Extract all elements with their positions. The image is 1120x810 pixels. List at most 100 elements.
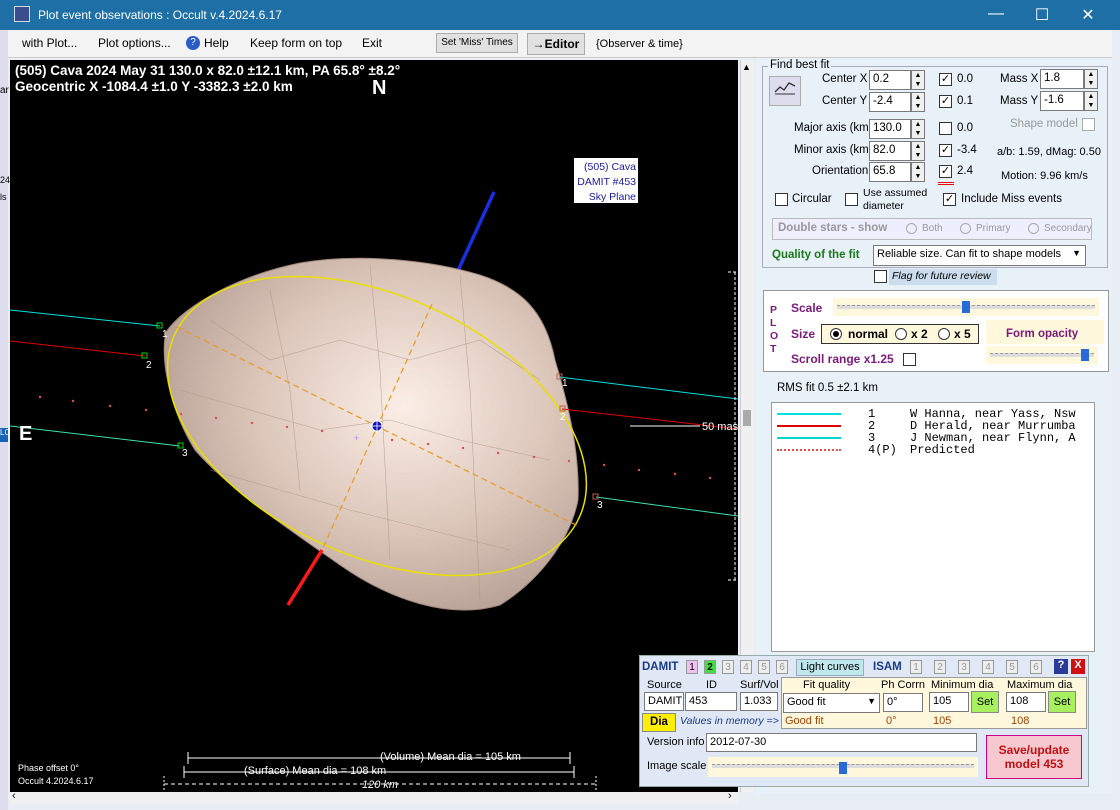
fit-quality-select[interactable]: Good fit ▼ xyxy=(783,693,880,713)
major-axis-input[interactable]: 130.0 xyxy=(869,119,911,139)
plot-horizontal-scrollbar[interactable]: ‹ › xyxy=(10,790,738,804)
close-icon[interactable]: X xyxy=(1071,659,1085,674)
set-min-dia-button[interactable]: Set xyxy=(971,691,999,713)
damit-tab-4[interactable]: 4 xyxy=(740,660,752,674)
menu-keep-on-top[interactable]: Keep form on top xyxy=(250,36,342,50)
scale-slider[interactable] xyxy=(833,298,1099,316)
surf-vol-field[interactable]: 1.033 xyxy=(740,692,778,711)
ph-corrn-field[interactable]: 0° xyxy=(883,693,923,712)
chord-1-east xyxy=(558,376,738,400)
center-x-spinner[interactable]: ▲ ▼ xyxy=(911,70,925,90)
light-curves-button[interactable]: Light curves xyxy=(796,659,864,676)
scale-label: Scale xyxy=(791,301,823,315)
close-button[interactable]: ✕ xyxy=(1068,5,1108,25)
shape-model-checkbox[interactable] xyxy=(1082,118,1095,131)
chord-label-1-west: 1 xyxy=(162,329,168,340)
orientation-checkbox[interactable]: ✓ xyxy=(939,165,952,178)
use-assumed-checkbox[interactable] xyxy=(845,193,858,206)
editor-button[interactable]: →Editor xyxy=(527,33,585,55)
center-y-spinner[interactable]: ▲ ▼ xyxy=(911,92,925,112)
mass-x-spinner[interactable]: ▲ ▼ xyxy=(1084,69,1098,89)
center-x-checkbox[interactable]: ✓ xyxy=(939,73,952,86)
image-scale-label: Image scale xyxy=(647,760,707,772)
major-axis-spinner[interactable]: ▲ ▼ xyxy=(911,119,925,139)
minor-axis-spinner[interactable]: ▲ ▼ xyxy=(911,141,925,161)
isam-tab-6[interactable]: 6 xyxy=(1030,660,1042,674)
menu-exit[interactable]: Exit xyxy=(362,36,382,50)
minor-axis-input[interactable]: 82.0 xyxy=(869,141,911,161)
scroll-range-checkbox[interactable] xyxy=(903,353,916,366)
minimize-button[interactable]: — xyxy=(976,5,1016,23)
damit-tab-2[interactable]: 2 xyxy=(704,660,716,674)
image-scale-slider[interactable] xyxy=(708,757,978,777)
max-dia-field[interactable]: 108 xyxy=(1006,692,1046,712)
damit-tab-1[interactable]: 1 xyxy=(686,660,698,674)
opacity-thumb[interactable] xyxy=(1081,349,1090,361)
plot-header-line2: Geocentric X -1084.4 ±1.0 Y -3382.3 ±2.0… xyxy=(15,79,293,94)
size-normal-radio[interactable] xyxy=(830,328,842,340)
menu-with-plot[interactable]: with Plot... xyxy=(22,36,77,50)
isam-tab-4[interactable]: 4 xyxy=(982,660,994,674)
find-best-fit-button[interactable] xyxy=(769,76,801,106)
primary-radio[interactable] xyxy=(960,223,971,234)
set-max-dia-button[interactable]: Set xyxy=(1048,691,1076,713)
dia-button[interactable]: Dia xyxy=(642,713,676,732)
menu-plot-options[interactable]: Plot options... xyxy=(98,36,171,50)
ph-corrn-header: Ph Corrn xyxy=(881,679,926,691)
min-dia-field[interactable]: 105 xyxy=(929,692,969,712)
orientation-spinner[interactable]: ▲ ▼ xyxy=(911,162,925,182)
damit-tab-6[interactable]: 6 xyxy=(776,660,788,674)
mass-x-input[interactable]: 1.8 xyxy=(1040,69,1084,89)
help-icon: ? xyxy=(186,36,200,50)
size-x2-label: x 2 xyxy=(911,327,928,341)
scroll-thumb[interactable] xyxy=(743,410,751,426)
orientation-input[interactable]: 65.8 xyxy=(869,162,911,182)
size-x5-radio[interactable] xyxy=(938,328,950,340)
major-axis-checkbox[interactable] xyxy=(939,122,952,135)
set-miss-times-button[interactable]: Set 'Miss' Times xyxy=(436,33,518,53)
menu-bar: with Plot... Plot options... ? Help Keep… xyxy=(8,30,1112,58)
scroll-left-icon[interactable]: ‹ xyxy=(12,790,16,802)
include-miss-checkbox[interactable]: ✓ xyxy=(943,193,956,206)
damit-tab-3[interactable]: 3 xyxy=(722,660,734,674)
chord-label-1-east: 1 xyxy=(562,378,568,389)
mass-y-spinner[interactable]: ▲ ▼ xyxy=(1084,91,1098,111)
isam-tab-1[interactable]: 1 xyxy=(910,660,922,674)
minor-axis-checkbox[interactable]: ✓ xyxy=(939,144,952,157)
image-scale-thumb[interactable] xyxy=(839,762,847,774)
isam-tab-2[interactable]: 2 xyxy=(934,660,946,674)
plot-canvas[interactable]: 1 2 3 1 2 3 + (505) Cava 2024 May 31 130… xyxy=(10,60,738,792)
center-y-input[interactable]: -2.4 xyxy=(869,92,911,112)
fit-graph-icon xyxy=(774,82,796,95)
observer-time-menu[interactable]: {Observer & time} xyxy=(596,38,683,50)
memory-fit-quality: Good fit xyxy=(785,715,824,727)
quality-select[interactable]: Reliable size. Can fit to shape models ▼ xyxy=(873,245,1086,266)
isam-tab-3[interactable]: 3 xyxy=(958,660,970,674)
flag-review-checkbox[interactable] xyxy=(874,270,887,283)
scroll-up-icon[interactable]: ▲ xyxy=(742,62,751,72)
center-y-checkbox[interactable]: ✓ xyxy=(939,95,952,108)
menu-help[interactable]: Help xyxy=(204,36,229,50)
south-axis-line xyxy=(286,549,324,606)
both-radio[interactable] xyxy=(906,223,917,234)
size-x2-radio[interactable] xyxy=(895,328,907,340)
help-icon[interactable]: ? xyxy=(1054,659,1068,674)
maximize-button[interactable]: ☐ xyxy=(1022,5,1062,25)
source-field[interactable]: DAMIT xyxy=(644,692,684,711)
center-x-input[interactable]: 0.2 xyxy=(869,70,911,90)
north-label: N xyxy=(372,77,386,99)
east-label: E xyxy=(19,423,32,445)
version-info-field[interactable]: 2012-07-30 xyxy=(706,733,977,752)
center-y-check-value: 0.1 xyxy=(957,95,973,107)
mass-y-input[interactable]: -1.6 xyxy=(1040,91,1084,111)
save-update-model-button[interactable]: Save/update model 453 xyxy=(986,735,1082,779)
opacity-slider[interactable] xyxy=(986,346,1098,364)
isam-tab-5[interactable]: 5 xyxy=(1006,660,1018,674)
plot-header-line1: (505) Cava 2024 May 31 130.0 x 82.0 ±12.… xyxy=(15,63,400,78)
secondary-radio[interactable] xyxy=(1028,223,1039,234)
circular-checkbox[interactable] xyxy=(775,193,788,206)
id-field[interactable]: 453 xyxy=(685,692,737,711)
scroll-right-icon[interactable]: › xyxy=(728,790,732,802)
scale-thumb[interactable] xyxy=(962,301,970,313)
damit-tab-5[interactable]: 5 xyxy=(758,660,770,674)
